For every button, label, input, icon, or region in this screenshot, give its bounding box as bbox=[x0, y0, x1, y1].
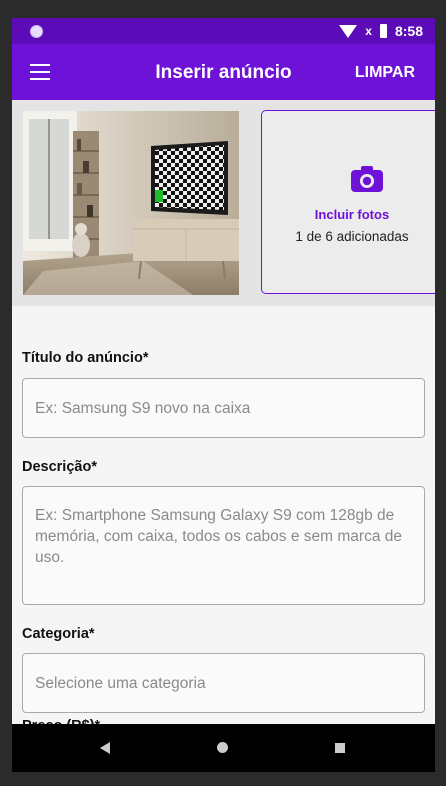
wifi-icon bbox=[339, 24, 358, 38]
status-time: 8:58 bbox=[394, 23, 423, 39]
description-label: Descrição* bbox=[22, 459, 97, 475]
title-placeholder: Ex: Samsung S9 novo na caixa bbox=[35, 400, 251, 417]
category-select[interactable]: Selecione uma categoria bbox=[22, 653, 425, 713]
battery-icon bbox=[379, 24, 387, 38]
clear-button[interactable]: LIMPAR bbox=[355, 64, 415, 82]
photo-count-text: 1 de 6 adicionadas bbox=[295, 229, 409, 244]
category-label: Categoria* bbox=[22, 626, 95, 642]
status-bar: x 8:58 bbox=[12, 18, 435, 44]
title-input[interactable]: Ex: Samsung S9 novo na caixa bbox=[22, 378, 425, 438]
photo-strip: Incluir fotos 1 de 6 adicionadas bbox=[12, 100, 435, 306]
title-label: Título do anúncio* bbox=[22, 350, 149, 366]
back-icon[interactable] bbox=[100, 742, 110, 754]
app-bar: Inserir anúncio LIMPAR bbox=[12, 44, 435, 100]
add-photos-label: Incluir fotos bbox=[314, 207, 390, 222]
category-placeholder: Selecione uma categoria bbox=[35, 675, 206, 692]
add-photos-button[interactable]: Incluir fotos 1 de 6 adicionadas bbox=[261, 110, 435, 294]
description-placeholder: Ex: Smartphone Samsung Galaxy S9 com 128… bbox=[35, 507, 402, 566]
camera-icon bbox=[351, 166, 383, 192]
phone-screen: x 8:58 Inserir anúncio LIMPAR Incluir fo… bbox=[12, 18, 435, 772]
android-nav-bar bbox=[12, 724, 435, 772]
photo-thumbnail[interactable] bbox=[23, 111, 239, 295]
device-bezel bbox=[0, 0, 446, 18]
hamburger-menu-icon[interactable] bbox=[30, 64, 50, 80]
notification-dot-icon bbox=[30, 24, 43, 38]
signal-icon: x bbox=[365, 24, 372, 38]
home-icon[interactable] bbox=[217, 742, 228, 753]
description-textarea[interactable]: Ex: Smartphone Samsung Galaxy S9 com 128… bbox=[22, 486, 425, 605]
living-room-tv-photo bbox=[23, 111, 239, 295]
recent-apps-icon[interactable] bbox=[335, 743, 345, 753]
status-icons: x 8:58 bbox=[339, 23, 423, 39]
